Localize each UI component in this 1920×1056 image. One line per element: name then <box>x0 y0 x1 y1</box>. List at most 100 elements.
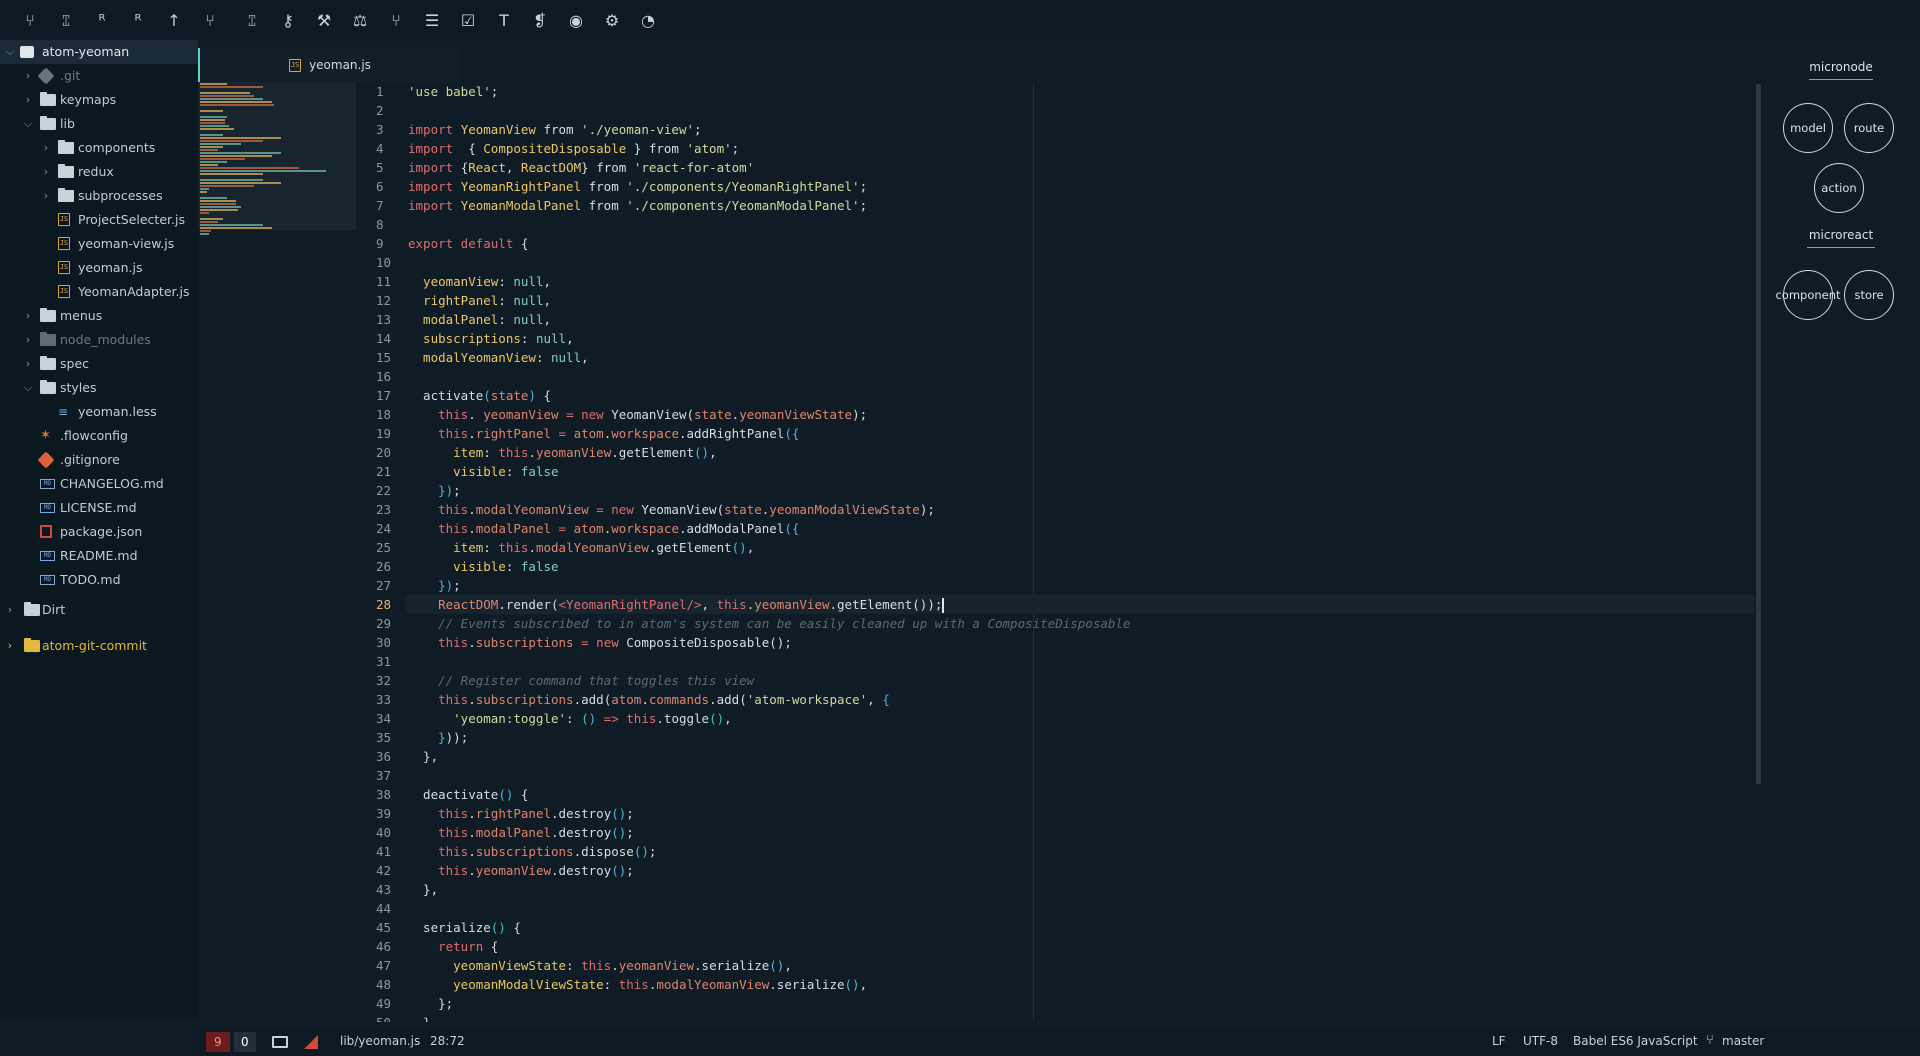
node-model[interactable]: model <box>1783 103 1833 153</box>
tree-item[interactable]: package.json <box>0 520 198 544</box>
balance-icon[interactable]: ⚖ <box>342 0 378 40</box>
code-line[interactable]: this.rightPanel = atom.workspace.addRigh… <box>406 424 1754 443</box>
code-line[interactable] <box>406 215 1754 234</box>
code-line[interactable] <box>406 652 1754 671</box>
code-line[interactable]: yeomanModalViewState: this.modalYeomanVi… <box>406 975 1754 994</box>
code-line[interactable] <box>406 253 1754 272</box>
code-line[interactable]: ReactDOM.render(<YeomanRightPanel/>, thi… <box>406 595 1754 614</box>
tree-item[interactable]: MD TODO.md <box>0 568 198 592</box>
tree-item[interactable]: › subprocesses <box>0 184 198 208</box>
key-icon[interactable]: ⚷ <box>270 0 306 40</box>
list-icon[interactable]: ☰ <box>414 0 450 40</box>
git-fetch-icon[interactable]: ᴿ <box>120 0 156 40</box>
code-line[interactable]: }); <box>406 481 1754 500</box>
node-component[interactable]: component <box>1775 270 1841 320</box>
code-line[interactable]: modalPanel: null, <box>406 310 1754 329</box>
tree-item[interactable]: ⌵ lib <box>0 112 198 136</box>
text-icon[interactable]: T <box>486 0 522 40</box>
code-line[interactable]: }; <box>406 994 1754 1013</box>
gear-icon[interactable]: ⚙ <box>594 0 630 40</box>
micronode-heading[interactable]: micronode <box>1809 60 1873 80</box>
tree-item[interactable]: JS yeoman-view.js <box>0 232 198 256</box>
tree-item[interactable]: JS YeomanAdapter.js <box>0 280 198 304</box>
tree-root[interactable]: ⌵ atom-yeoman <box>0 40 198 64</box>
minimap[interactable] <box>198 82 356 1022</box>
code-line[interactable]: rightPanel: null, <box>406 291 1754 310</box>
tree-item[interactable]: ✶ .flowconfig <box>0 424 198 448</box>
code-line[interactable]: }); <box>406 576 1754 595</box>
editor-scrollbar[interactable] <box>1756 84 1761 784</box>
code-editor[interactable]: 'use babel'; import YeomanView from './y… <box>406 82 1754 1022</box>
tree-item[interactable]: › redux <box>0 160 198 184</box>
tree-item[interactable]: › keymaps <box>0 88 198 112</box>
tree-item[interactable]: MD CHANGELOG.md <box>0 472 198 496</box>
code-line[interactable]: subscriptions: null, <box>406 329 1754 348</box>
code-line[interactable]: item: this.yeomanView.getElement(), <box>406 443 1754 462</box>
tree-item[interactable]: MD LICENSE.md <box>0 496 198 520</box>
code-line[interactable]: yeomanView: null, <box>406 272 1754 291</box>
tab-yeoman-js[interactable]: JS yeoman.js <box>198 48 460 82</box>
code-line[interactable]: })); <box>406 728 1754 747</box>
code-line[interactable]: visible: false <box>406 462 1754 481</box>
code-line[interactable]: }, <box>406 747 1754 766</box>
tree-item[interactable]: ≡ yeoman.less <box>0 400 198 424</box>
code-line[interactable]: export default { <box>406 234 1754 253</box>
tree-item[interactable]: › node_modules <box>0 328 198 352</box>
git-graph-icon[interactable]: ⑄ <box>234 0 270 40</box>
code-line[interactable]: import { CompositeDisposable } from 'ato… <box>406 139 1754 158</box>
tree-project-root[interactable]: › Dirt <box>0 598 198 622</box>
code-line[interactable]: this.rightPanel.destroy(); <box>406 804 1754 823</box>
code-line[interactable]: return { <box>406 937 1754 956</box>
code-line[interactable] <box>406 367 1754 386</box>
terminal-icon[interactable] <box>272 1036 288 1048</box>
code-line[interactable]: import YeomanRightPanel from './componen… <box>406 177 1754 196</box>
pencil-icon[interactable] <box>304 1035 318 1049</box>
grammar-selector[interactable]: Babel ES6 JavaScript <box>1573 1034 1698 1048</box>
dashboard-icon[interactable]: ◔ <box>630 0 666 40</box>
tree-item[interactable]: ⌵ styles <box>0 376 198 400</box>
code-line[interactable]: activate(state) { <box>406 386 1754 405</box>
code-line[interactable]: import YeomanModalPanel from './componen… <box>406 196 1754 215</box>
git-branch-icon[interactable]: ⑂ <box>12 0 48 40</box>
code-line[interactable]: 'yeoman:toggle': () => this.toggle(), <box>406 709 1754 728</box>
git-branch[interactable]: master <box>1722 1034 1764 1048</box>
code-line[interactable]: import {React, ReactDOM} from 'react-for… <box>406 158 1754 177</box>
git-merge-icon[interactable]: ⑄ <box>48 0 84 40</box>
microreact-heading[interactable]: microreact <box>1807 228 1875 248</box>
code-line[interactable]: this.modalPanel.destroy(); <box>406 823 1754 842</box>
code-line[interactable]: modalYeomanView: null, <box>406 348 1754 367</box>
eye-icon[interactable]: ◉ <box>558 0 594 40</box>
code-line[interactable]: this.modalPanel = atom.workspace.addModa… <box>406 519 1754 538</box>
code-line[interactable]: import YeomanView from './yeoman-view'; <box>406 120 1754 139</box>
code-line[interactable]: deactivate() { <box>406 785 1754 804</box>
wrench-icon[interactable]: ⚒ <box>306 0 342 40</box>
git-stash-icon[interactable]: ⑂ <box>192 0 228 40</box>
node-store[interactable]: store <box>1844 270 1894 320</box>
code-line[interactable]: // Register command that toggles this vi… <box>406 671 1754 690</box>
code-line[interactable]: item: this.modalYeomanView.getElement(), <box>406 538 1754 557</box>
code-line[interactable]: serialize() { <box>406 918 1754 937</box>
checklist-icon[interactable]: ☑ <box>450 0 486 40</box>
code-line[interactable]: }, <box>406 880 1754 899</box>
code-line[interactable]: this.subscriptions.add(atom.commands.add… <box>406 690 1754 709</box>
node-route[interactable]: route <box>1844 103 1894 153</box>
tree-item[interactable]: .gitignore <box>0 448 198 472</box>
code-line[interactable]: this.subscriptions.dispose(); <box>406 842 1754 861</box>
git-pull-icon[interactable]: ᴿ <box>84 0 120 40</box>
code-line[interactable]: this.modalYeomanView = new YeomanView(st… <box>406 500 1754 519</box>
warning-count-badge[interactable]: 0 <box>234 1032 256 1052</box>
code-line[interactable]: this. yeomanView = new YeomanView(state.… <box>406 405 1754 424</box>
code-line[interactable]: visible: false <box>406 557 1754 576</box>
tree-project-root[interactable]: › atom-git-commit <box>0 634 198 658</box>
code-line[interactable] <box>406 899 1754 918</box>
line-ending[interactable]: LF <box>1492 1034 1506 1048</box>
git-compare-icon[interactable]: ⑂ <box>378 0 414 40</box>
tree-item[interactable]: › spec <box>0 352 198 376</box>
code-line[interactable] <box>406 101 1754 120</box>
cursor-position[interactable]: 28:72 <box>430 1034 465 1048</box>
code-line[interactable]: this.yeomanView.destroy(); <box>406 861 1754 880</box>
file-encoding[interactable]: UTF-8 <box>1523 1034 1558 1048</box>
tree-item[interactable]: › components <box>0 136 198 160</box>
tree-item[interactable]: › menus <box>0 304 198 328</box>
tree-item[interactable]: › .git <box>0 64 198 88</box>
